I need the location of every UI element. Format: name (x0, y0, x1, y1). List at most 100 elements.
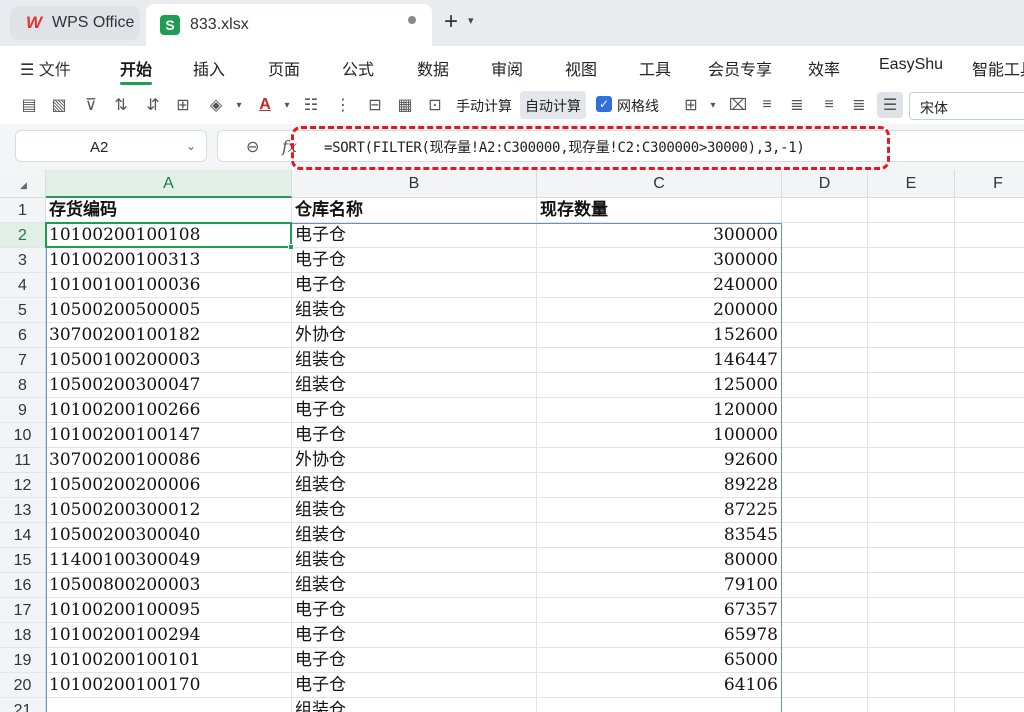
cell-c[interactable]: 100000 (537, 423, 782, 448)
cell-empty[interactable] (868, 523, 955, 548)
fill-handle[interactable] (288, 244, 294, 250)
cell-c[interactable]: 300000 (537, 248, 782, 273)
cell-b[interactable]: 电子仓 (292, 273, 537, 298)
cell-empty[interactable] (868, 398, 955, 423)
cell-empty[interactable] (955, 223, 1024, 248)
chevron-down-icon[interactable]: ▾ (276, 94, 298, 116)
cell-c[interactable]: 200000 (537, 298, 782, 323)
cell-empty[interactable] (782, 373, 868, 398)
cell-a[interactable]: 存货编码 (46, 198, 292, 223)
menu-tools[interactable]: 工具 (639, 56, 671, 80)
tab-file-833[interactable]: S 833.xlsx (146, 4, 432, 46)
cell-c[interactable]: 65000 (537, 648, 782, 673)
cell-empty[interactable] (955, 298, 1024, 323)
cell-empty[interactable] (868, 473, 955, 498)
menu-insert[interactable]: 插入 (193, 56, 225, 80)
cell-empty[interactable] (868, 623, 955, 648)
cell-empty[interactable] (782, 673, 868, 698)
cell-b[interactable]: 组装仓 (292, 298, 537, 323)
row-header[interactable]: 20 (0, 673, 46, 698)
cell-empty[interactable] (782, 348, 868, 373)
cell-empty[interactable] (955, 498, 1024, 523)
row-header[interactable]: 6 (0, 323, 46, 348)
paste-values-icon[interactable]: ▤ (18, 94, 40, 116)
cell-empty[interactable] (868, 598, 955, 623)
manual-calc-button[interactable]: 手动计算 (456, 96, 512, 116)
cell-a[interactable]: 10100100100036 (46, 273, 292, 298)
row-header[interactable]: 3 (0, 248, 46, 273)
cell-a[interactable]: 10100200100101 (46, 648, 292, 673)
cell-c[interactable]: 现存数量 (537, 198, 782, 223)
cell-c[interactable]: 146447 (537, 348, 782, 373)
cell-b[interactable]: 电子仓 (292, 598, 537, 623)
menu-easyshu[interactable]: EasyShu (879, 56, 943, 74)
cell-b[interactable]: 组装仓 (292, 498, 537, 523)
cell-empty[interactable] (782, 523, 868, 548)
row-header[interactable]: 19 (0, 648, 46, 673)
cell-empty[interactable] (868, 423, 955, 448)
cell-c[interactable]: 64106 (537, 673, 782, 698)
menu-start[interactable]: 开始 (120, 56, 152, 80)
cell-empty[interactable] (955, 473, 1024, 498)
row-header[interactable]: 15 (0, 548, 46, 573)
cell-a[interactable]: 11400100300049 (46, 548, 292, 573)
align-justify-icon[interactable]: ☰ (879, 94, 901, 116)
menu-review[interactable]: 审阅 (491, 56, 523, 80)
cell-empty[interactable] (955, 398, 1024, 423)
cell-c[interactable]: 240000 (537, 273, 782, 298)
zoom-icon[interactable]: ⊖ (246, 137, 259, 157)
align-right-icon[interactable]: ≣ (848, 94, 870, 116)
cell-empty[interactable] (782, 698, 868, 712)
cell-a[interactable]: 10100200100108 (46, 223, 292, 248)
cell-style-icon[interactable]: ⊞ (680, 94, 702, 116)
cell-empty[interactable] (955, 373, 1024, 398)
cell-c[interactable]: 152600 (537, 323, 782, 348)
row-header[interactable]: 8 (0, 373, 46, 398)
menu-data[interactable]: 数据 (417, 56, 449, 80)
sheet-icon[interactable]: ⊡ (424, 94, 446, 116)
cell-empty[interactable] (955, 423, 1024, 448)
font-name-select[interactable]: 宋体 (909, 92, 1024, 120)
cell-c[interactable]: 79100 (537, 573, 782, 598)
cell-empty[interactable] (782, 498, 868, 523)
freeze-icon[interactable]: ⋮ (332, 94, 354, 116)
cell-empty[interactable] (782, 448, 868, 473)
select-all-corner[interactable]: ◢ (0, 170, 46, 198)
cell-empty[interactable] (955, 448, 1024, 473)
row-col-icon[interactable]: ☷ (300, 94, 322, 116)
cell-empty[interactable] (955, 248, 1024, 273)
cell-empty[interactable] (955, 348, 1024, 373)
cell-c[interactable]: 125000 (537, 373, 782, 398)
cell-empty[interactable] (868, 248, 955, 273)
cell-a[interactable]: 10100200100147 (46, 423, 292, 448)
clear-format-icon[interactable]: ⌧ (727, 94, 749, 116)
cell-empty[interactable] (782, 548, 868, 573)
row-header[interactable]: 5 (0, 298, 46, 323)
menu-page[interactable]: 页面 (268, 56, 300, 80)
cell-b[interactable]: 组装仓 (292, 473, 537, 498)
cell-empty[interactable] (868, 273, 955, 298)
cell-empty[interactable] (782, 298, 868, 323)
cell-c[interactable]: 87225 (537, 498, 782, 523)
cell-a[interactable]: 30700200100086 (46, 448, 292, 473)
align-center-icon[interactable]: ≡ (818, 94, 840, 116)
cell-c[interactable]: 80000 (537, 548, 782, 573)
cell-empty[interactable] (868, 298, 955, 323)
cell-empty[interactable] (868, 198, 955, 223)
row-header[interactable]: 2 (0, 223, 46, 248)
chevron-down-icon[interactable]: ⌄ (186, 139, 196, 153)
cell-empty[interactable] (782, 398, 868, 423)
row-header[interactable]: 4 (0, 273, 46, 298)
row-header[interactable]: 10 (0, 423, 46, 448)
cell-a[interactable]: 10500200200006 (46, 473, 292, 498)
gridlines-checkbox[interactable]: ✓ (596, 96, 612, 112)
cell-a[interactable]: 10100200100294 (46, 623, 292, 648)
font-color-icon[interactable]: A (254, 94, 276, 116)
cell-b[interactable]: 组装仓 (292, 373, 537, 398)
col-header-b[interactable]: B (292, 170, 537, 198)
align-top-icon[interactable]: ≡ (756, 94, 778, 116)
cell-a[interactable] (46, 698, 292, 712)
cell-c[interactable]: 300000 (537, 223, 782, 248)
cell-empty[interactable] (868, 373, 955, 398)
row-header[interactable]: 11 (0, 448, 46, 473)
